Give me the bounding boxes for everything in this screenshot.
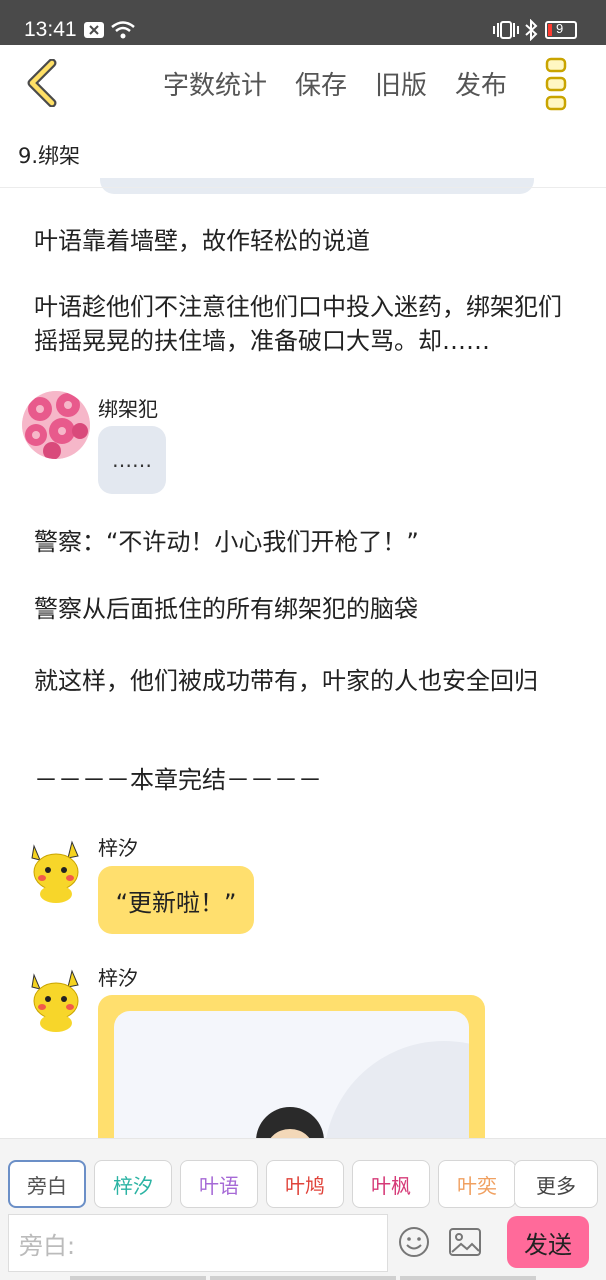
dialog-bubble[interactable]: “更新啦！”	[98, 866, 254, 934]
nav-hint	[210, 1276, 396, 1280]
narration-line[interactable]: 警察：“不许动！小心我们开枪了！”	[34, 525, 579, 559]
role-label: 更多	[536, 1173, 576, 1198]
avatar[interactable]	[22, 836, 90, 904]
role-label: 叶语	[199, 1173, 239, 1198]
publish-button[interactable]: 发布	[455, 65, 507, 102]
vibrate-icon	[493, 21, 519, 39]
bluetooth-icon	[525, 19, 538, 41]
role-label: 旁白	[27, 1173, 67, 1198]
role-button-narrator[interactable]: 旁白	[8, 1160, 86, 1208]
message-input[interactable]: 旁白:	[8, 1214, 388, 1272]
kebab-menu-icon[interactable]	[545, 57, 569, 111]
chevron-left-icon[interactable]	[22, 59, 62, 107]
chapter-title[interactable]: 9.绑架	[18, 140, 80, 170]
send-button[interactable]: 发送	[507, 1216, 589, 1268]
speaker-name: 绑架犯	[98, 397, 158, 421]
avatar[interactable]	[22, 391, 90, 459]
role-label: 叶奕	[457, 1173, 497, 1198]
image-card[interactable]	[98, 995, 485, 1155]
pikachu-avatar-icon	[31, 840, 79, 903]
image-preview	[256, 1041, 485, 1155]
role-button[interactable]: 叶奕	[438, 1160, 516, 1208]
dialog-bubble[interactable]: ……	[98, 426, 166, 494]
speaker-name: 梓汐	[98, 836, 138, 860]
avatar[interactable]	[22, 965, 90, 1033]
previous-bubble-fragment	[100, 178, 534, 194]
narration-line[interactable]: 就这样，他们被成功带有，叶家的人也安全回归	[34, 664, 564, 698]
save-button[interactable]: 保存	[295, 65, 347, 102]
role-button[interactable]: 叶语	[180, 1160, 258, 1208]
role-button[interactable]: 叶枫	[352, 1160, 430, 1208]
word-count-button[interactable]: 字数统计	[163, 65, 267, 102]
pikachu-avatar-icon	[31, 969, 79, 1032]
title-divider	[0, 187, 606, 188]
role-label: 梓汐	[113, 1173, 153, 1198]
smiley-icon[interactable]	[398, 1226, 430, 1258]
image-card-inner	[114, 1011, 485, 1155]
role-label: 叶枫	[371, 1173, 411, 1198]
speaker-name: 梓汐	[98, 966, 138, 990]
status-time: 13:41	[24, 18, 77, 41]
battery-icon: 9	[545, 21, 577, 39]
narration-line[interactable]: 警察从后面抵住的所有绑架犯的脑袋	[34, 592, 579, 626]
chapter-end-marker[interactable]: －－－－本章完结－－－－	[34, 763, 579, 797]
narration-line[interactable]: 叶语趁他们不注意往他们口中投入迷药，绑架犯们摇摇晃晃的扶住墙，准备破口大骂。却……	[34, 290, 579, 358]
role-button[interactable]: 梓汐	[94, 1160, 172, 1208]
narration-line[interactable]: 叶语靠着墙壁，故作轻松的说道	[34, 224, 579, 258]
image-icon[interactable]	[448, 1227, 482, 1257]
editor-toolbar: 字数统计 保存 旧版 发布	[0, 45, 606, 123]
role-label: 叶鸠	[285, 1173, 325, 1198]
input-placeholder: 旁白:	[19, 1231, 76, 1260]
wifi-icon	[111, 21, 135, 39]
nav-hint	[70, 1276, 206, 1280]
notification-icon	[84, 22, 104, 38]
role-button[interactable]: 叶鸠	[266, 1160, 344, 1208]
donut-avatar-icon	[22, 391, 90, 459]
battery-level: 9	[556, 21, 564, 36]
nav-hint	[400, 1276, 536, 1280]
more-roles-button[interactable]: 更多	[514, 1160, 598, 1208]
old-version-button[interactable]: 旧版	[375, 65, 427, 102]
status-bar: 13:41 9	[0, 0, 606, 45]
